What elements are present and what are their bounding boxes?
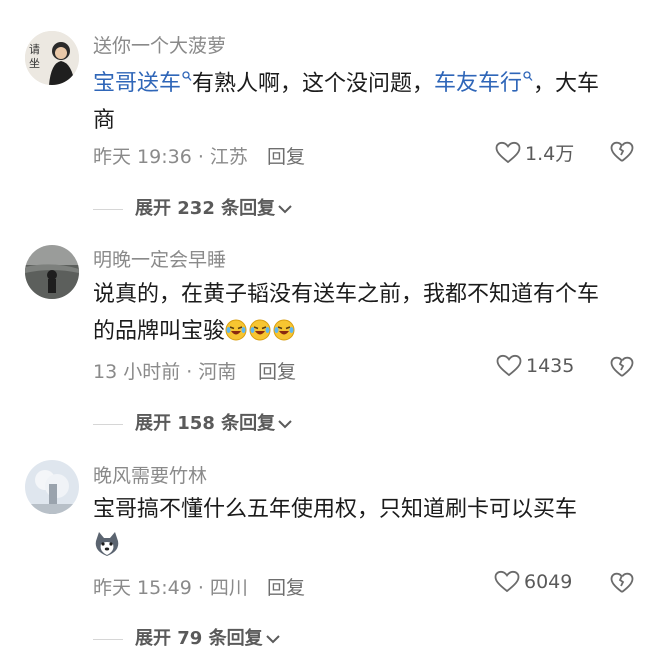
- heart-icon: [496, 354, 522, 377]
- time-location: 昨天 19:36 · 江苏: [93, 146, 248, 168]
- mention-link[interactable]: 车友车行: [434, 71, 533, 96]
- chevron-down-icon: [277, 414, 293, 435]
- avatar[interactable]: [25, 245, 79, 299]
- comment-text: 宝哥搞不懂什么五年使用权，只知道刷卡可以买车: [93, 491, 641, 565]
- heart-icon: [494, 570, 520, 593]
- reply-button[interactable]: 回复: [267, 573, 305, 600]
- username[interactable]: 晚风需要竹林: [93, 461, 207, 488]
- dislike-heart-icon: [610, 141, 634, 162]
- reply-button[interactable]: 回复: [267, 142, 305, 169]
- search-icon: [182, 71, 192, 86]
- dislike-button[interactable]: [610, 141, 634, 163]
- username[interactable]: 明晚一定会早睡: [93, 245, 226, 272]
- expand-replies[interactable]: 展开 79 条回复: [93, 624, 281, 650]
- divider: [93, 208, 123, 210]
- chevron-down-icon: [265, 629, 281, 650]
- time-location: 13 小时前 · 河南: [93, 361, 237, 383]
- like-button[interactable]: 6049: [494, 570, 572, 594]
- time-location: 昨天 15:49 · 四川: [93, 577, 248, 599]
- search-icon: [523, 71, 533, 86]
- username[interactable]: 送你一个大菠萝: [93, 31, 226, 58]
- avatar[interactable]: 请坐: [25, 31, 79, 85]
- comment-text: 说真的，在黄子韬没有送车之前，我都不知道有个车 的品牌叫宝骏: [93, 282, 600, 344]
- dislike-button[interactable]: [610, 356, 634, 378]
- like-button[interactable]: 1.4万: [495, 139, 574, 166]
- like-count: 6049: [524, 571, 573, 593]
- expand-replies[interactable]: 展开 232 条回复: [93, 194, 293, 220]
- mention-link[interactable]: 宝哥送车: [93, 71, 192, 96]
- avatar[interactable]: [25, 460, 79, 514]
- divider: [93, 423, 123, 425]
- heart-icon: [495, 141, 521, 163]
- like-button[interactable]: 1435: [496, 354, 574, 378]
- divider: [93, 638, 123, 640]
- dislike-heart-icon: [610, 356, 634, 377]
- husky-dog-emoji: [93, 532, 121, 559]
- dislike-button[interactable]: [610, 572, 634, 594]
- laughing-crying-emoji: [225, 319, 297, 344]
- like-count: 1.4万: [525, 143, 575, 165]
- avatar-text: 请坐: [29, 43, 40, 70]
- chevron-down-icon: [277, 199, 293, 220]
- comment-text: 宝哥送车 有熟人啊，这个没问题，车友车行 ，大车 商: [93, 71, 600, 134]
- expand-replies[interactable]: 展开 158 条回复: [93, 409, 293, 435]
- reply-button[interactable]: 回复: [258, 357, 296, 384]
- dislike-heart-icon: [610, 572, 634, 593]
- like-count: 1435: [526, 355, 575, 377]
